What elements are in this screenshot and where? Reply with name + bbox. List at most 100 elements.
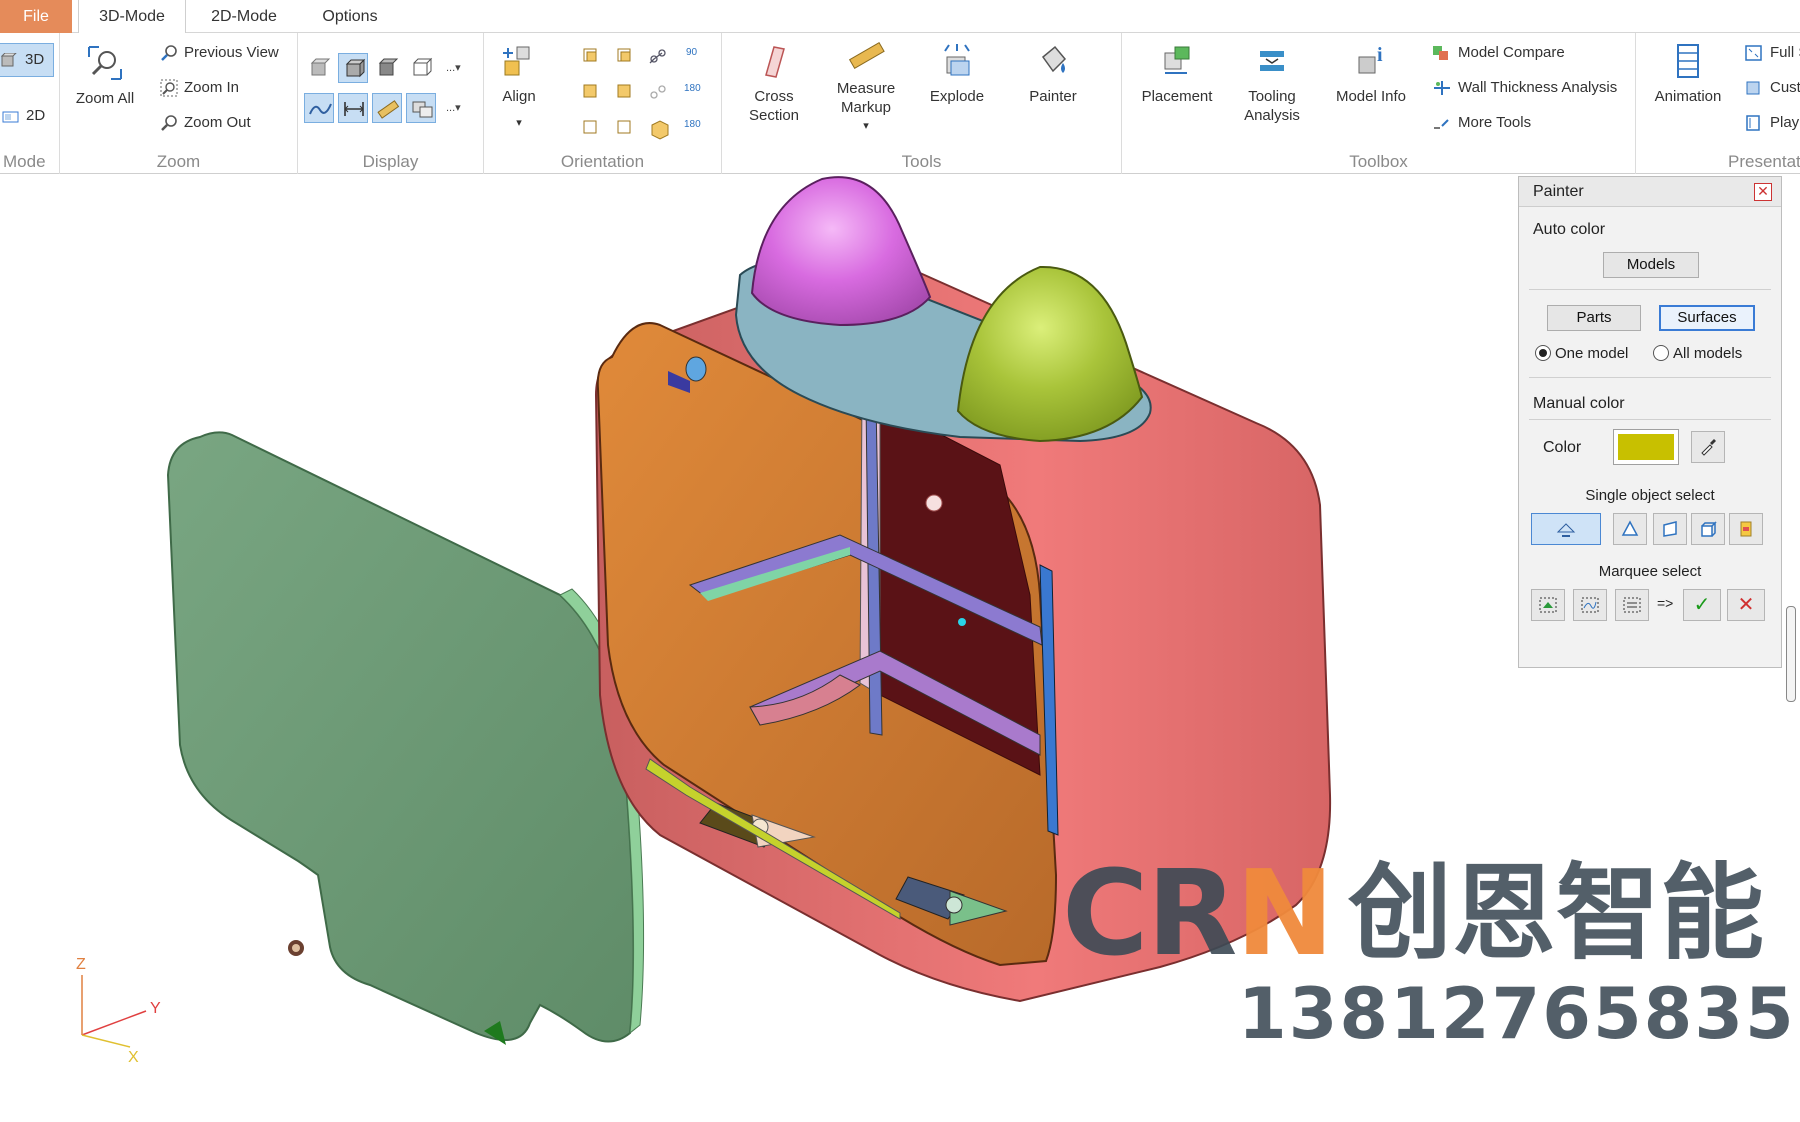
axis-z-label: Z [76,956,86,973]
one-model-radio[interactable]: One model [1535,345,1628,362]
select-all-tool-button[interactable] [1531,513,1601,545]
play-button[interactable]: Play [1744,111,1799,135]
marquee-faces-button[interactable] [1531,589,1565,621]
single-select-label: Single object select [1585,487,1715,504]
zoom-in-icon [160,79,178,97]
zoom-out-button[interactable]: Zoom Out [160,111,251,135]
display-more-1-button[interactable]: ...▾ [446,61,461,74]
select-part-button[interactable] [1729,513,1763,545]
manual-color-label: Manual color [1533,395,1625,412]
magenta-knob-part[interactable] [750,176,932,327]
eyedropper-icon [1701,439,1716,456]
parts-button[interactable]: Parts [1547,305,1641,331]
select-face-button[interactable] [1613,513,1647,545]
placement-button[interactable]: Placement [1134,41,1220,106]
green-knob-part[interactable] [956,265,1144,443]
separator [1529,289,1771,290]
display-hidden-line-button[interactable] [372,53,402,83]
all-models-label: All models [1673,345,1743,362]
mode-3d-button[interactable]: 3D [0,43,54,77]
cancel-button[interactable]: ✕ [1727,589,1765,621]
models-button[interactable]: Models [1603,252,1699,278]
align-icon [503,46,530,76]
confirm-button[interactable]: ✓ [1683,589,1721,621]
wall-thickness-icon [1434,81,1450,96]
tab-3d-mode[interactable]: 3D-Mode [78,0,186,34]
display-wireframe-button[interactable] [406,53,436,83]
marquee-curves-button[interactable] [1573,589,1607,621]
cross-section-label: Cross Section [748,88,800,124]
back-cover-part[interactable] [166,431,645,1045]
cross-section-button[interactable]: Cross Section [736,41,812,125]
panel-scrollbar[interactable] [1786,606,1796,702]
align-button[interactable]: Align ▾ [494,41,544,133]
zoom-out-icon [161,115,177,131]
more-tools-button[interactable]: More Tools [1432,111,1531,135]
full-screen-button[interactable]: Full S [1744,41,1800,65]
wireframe-cube-icon [413,57,433,76]
wall-thickness-button[interactable]: Wall Thickness Analysis [1432,76,1617,100]
group-toolbox: Placement Tooling Analysis i Model Info … [1122,33,1636,174]
select-surface-button[interactable] [1653,513,1687,545]
placement-label: Placement [1141,88,1213,105]
more-tools-icon [1434,119,1449,130]
tab-2d-mode[interactable]: 2D-Mode [196,0,292,33]
animation-label: Animation [1654,88,1722,105]
film-strip-icon [1677,44,1699,78]
svg-text:90: 90 [686,47,698,58]
painter-label: Painter [1029,88,1077,105]
measure-markup-button[interactable]: Measure Markup ▾ [826,37,906,136]
hidden-line-cube-icon [378,58,399,76]
painter-close-button[interactable]: ✕ [1754,183,1772,201]
surfaces-button[interactable]: Surfaces [1659,305,1755,331]
group-tools-label: Tools [901,152,942,171]
align-label: Align [502,88,536,105]
color-label: Color [1543,439,1582,456]
previous-view-label: Previous View [184,44,279,61]
full-screen-label: Full S [1770,44,1800,61]
display-shaded-button[interactable] [304,53,334,83]
mode-2d-button[interactable]: 2D [0,101,56,131]
group-display-label: Display [362,152,419,171]
marquee-edges-button[interactable] [1615,589,1649,621]
painter-button[interactable]: Painter [1018,41,1088,106]
one-model-label: One model [1555,345,1629,362]
painter-title: Painter [1533,183,1584,200]
custom-view-icon [1746,81,1760,95]
zoom-all-button[interactable]: Zoom All [70,43,140,108]
select-body-button[interactable] [1691,513,1725,545]
animation-button[interactable]: Animation [1648,41,1728,106]
previous-view-button[interactable]: Previous View [160,41,279,65]
display-curve-button[interactable] [304,93,334,123]
watermark-chinese: 创恩智能 [1348,852,1765,974]
watermark-n: N [1235,844,1334,982]
display-more-2-button[interactable]: ...▾ [446,101,461,114]
custom-button[interactable]: Cust [1744,76,1800,100]
eyedropper-button[interactable] [1691,431,1725,463]
model-info-button[interactable]: i Model Info [1326,41,1416,106]
group-orientation-label: Orientation [560,152,645,171]
more-label: ... [446,102,456,114]
orientation-views-icon[interactable]: 90 180 180 [580,39,710,159]
display-ruler-button[interactable] [372,93,402,123]
tab-file[interactable]: File [0,0,72,33]
all-models-radio[interactable]: All models [1653,345,1742,362]
display-dimension-button[interactable] [338,93,368,123]
group-tools: Cross Section Measure Markup ▾ Explode P… [722,33,1122,174]
tooling-analysis-button[interactable]: Tooling Analysis [1232,41,1312,125]
tab-options[interactable]: Options [310,0,390,33]
axis-y-label: Y [150,1000,161,1017]
zoom-in-button[interactable]: Zoom In [160,76,239,100]
group-orientation: Align ▾ 90 180 180 Orientation [484,33,722,174]
painter-title-bar: Painter ✕ [1519,177,1781,207]
group-display: ...▾ ...▾ Display [298,33,484,174]
select-paint-icon [1556,523,1576,537]
group-zoom-label: Zoom [156,152,201,171]
display-shaded-edges-button[interactable] [338,53,368,83]
explode-button[interactable]: Explode [922,41,992,106]
display-annotation-button[interactable] [406,93,436,123]
model-compare-button[interactable]: Model Compare [1432,41,1565,65]
full-screen-icon [1745,45,1762,61]
color-swatch[interactable] [1613,429,1679,465]
separator [1529,419,1771,420]
